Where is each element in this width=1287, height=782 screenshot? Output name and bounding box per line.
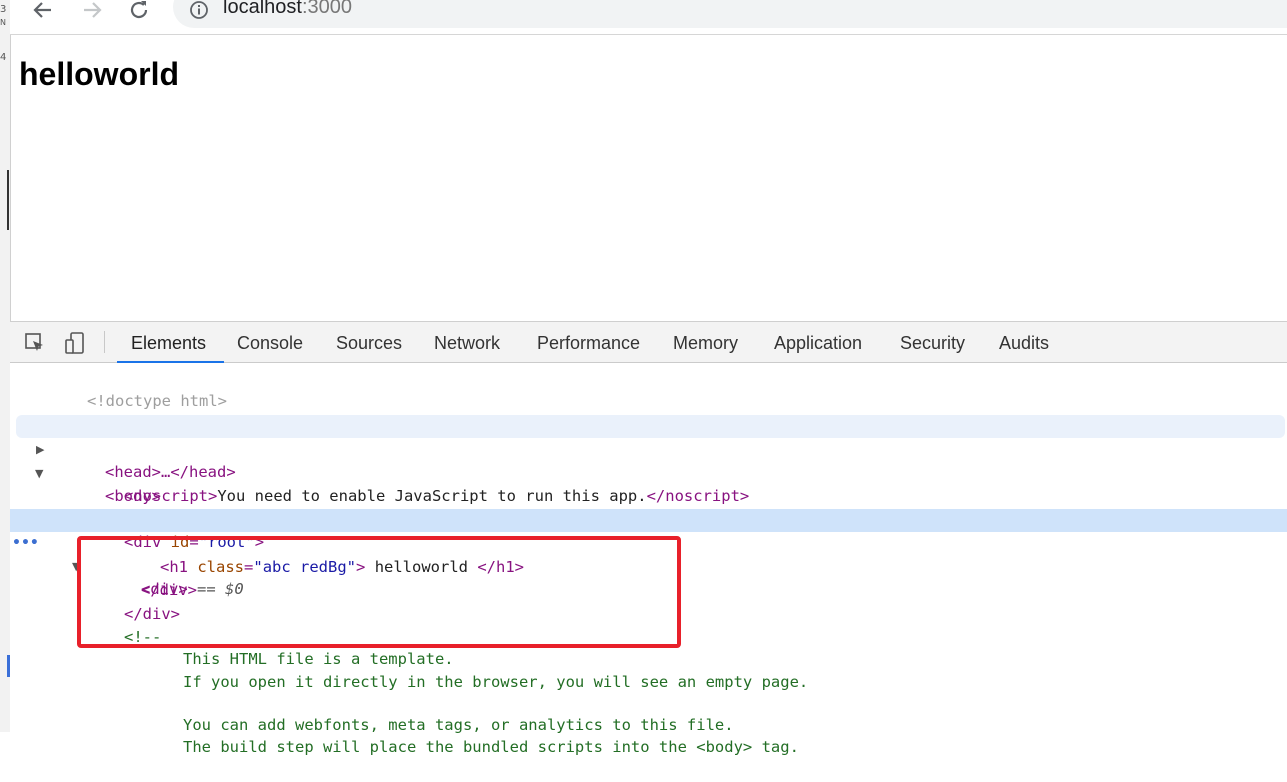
dom-node-noscript[interactable]: <noscript>You need to enable JavaScript … xyxy=(10,462,1287,505)
fragment-text: N xyxy=(0,18,6,27)
dom-node-head[interactable]: ▶ <head>…</head> xyxy=(10,415,1287,481)
tab-sources[interactable]: Sources xyxy=(336,322,402,362)
tab-memory[interactable]: Memory xyxy=(673,322,738,362)
comment-line: If you open it directly in the browser, … xyxy=(10,648,1287,691)
fragment-text: 4 xyxy=(0,52,7,63)
dom-node-div-close[interactable]: </div> xyxy=(10,556,1287,599)
info-circle-icon[interactable] xyxy=(189,0,209,20)
dom-node-h1[interactable]: <h1 class="abc redBg"> helloworld </h1> xyxy=(10,533,1287,576)
arrow-left-icon xyxy=(33,2,51,18)
dom-node-html[interactable]: <html lang="en"> xyxy=(10,391,1287,434)
toolbar-divider xyxy=(104,331,105,353)
comment-text: The build step will place the bundled sc… xyxy=(183,738,799,756)
fragment-text: 3 xyxy=(0,4,7,15)
dom-tree: <!doctype html> <html lang="en"> ▶ <head… xyxy=(10,363,1287,756)
reload-icon xyxy=(130,1,148,19)
url-host: localhost xyxy=(223,0,302,18)
address-bar[interactable]: localhost:3000 xyxy=(173,0,1287,28)
dom-node-selected-div[interactable]: ••• ▼ <div> == $0 xyxy=(10,509,1287,598)
devtools-panel: Elements Console Sources Network Perform… xyxy=(10,321,1287,756)
browser-toolbar: localhost:3000 xyxy=(10,0,1287,35)
forward-button[interactable] xyxy=(77,0,107,24)
dom-node-root-div[interactable]: ▼ <div id="root"> xyxy=(10,485,1287,551)
tab-console[interactable]: Console xyxy=(237,322,303,362)
element-picker-icon[interactable] xyxy=(24,332,46,354)
tab-application[interactable]: Application xyxy=(774,322,862,362)
url-text[interactable]: localhost:3000 xyxy=(223,0,352,19)
devtools-tab-bar: Elements Console Sources Network Perform… xyxy=(10,322,1287,363)
back-button[interactable] xyxy=(28,0,58,24)
dom-node-root-div-close[interactable]: </div> xyxy=(10,580,1287,623)
comment-line: You can add webfonts, meta tags, or anal… xyxy=(10,691,1287,734)
tab-performance[interactable]: Performance xyxy=(537,322,640,362)
comment-line: The build step will place the bundled sc… xyxy=(10,713,1287,756)
window-border-mark xyxy=(7,170,9,230)
reload-button[interactable] xyxy=(124,0,154,24)
comment-line xyxy=(10,669,1287,692)
dom-node-comment[interactable]: <!-- xyxy=(10,603,1287,646)
device-toggle-icon[interactable] xyxy=(64,332,86,354)
tab-elements[interactable]: Elements xyxy=(116,322,225,363)
page-heading: helloworld xyxy=(19,56,179,92)
tab-network[interactable]: Network xyxy=(434,322,500,362)
tab-audits[interactable]: Audits xyxy=(999,322,1049,362)
tab-security[interactable]: Security xyxy=(900,322,965,362)
dom-node-doctype[interactable]: <!doctype html> xyxy=(10,367,1287,410)
dom-node-body[interactable]: ▼ <body> xyxy=(10,439,1287,505)
comment-line: This HTML file is a template. xyxy=(10,625,1287,668)
arrow-right-icon xyxy=(84,2,102,18)
url-port: :3000 xyxy=(301,0,352,18)
